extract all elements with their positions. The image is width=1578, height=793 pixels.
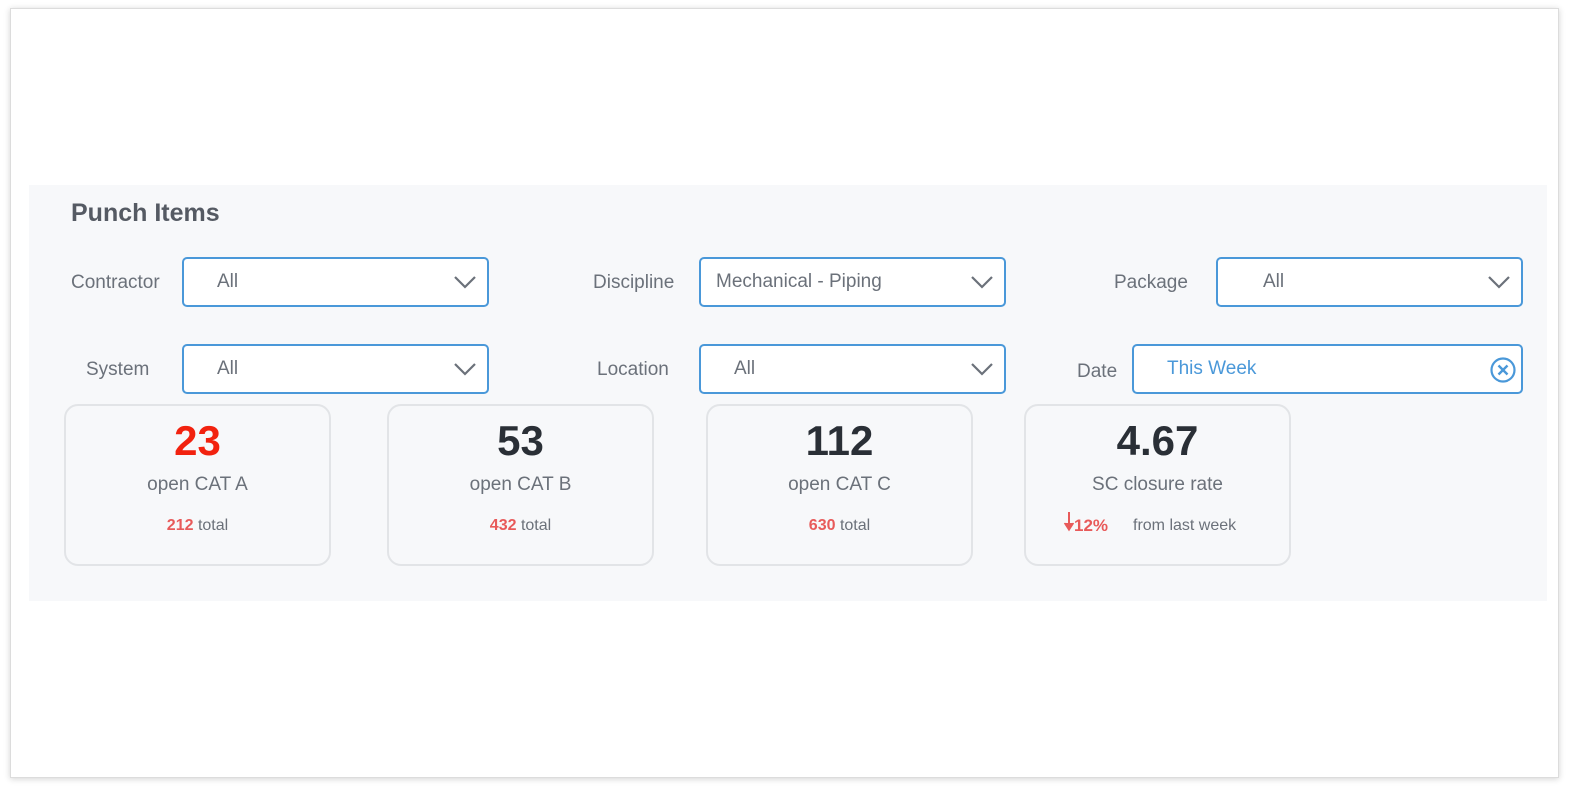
clear-icon[interactable] [1489,356,1517,384]
chevron-down-icon [1488,276,1510,289]
package-value: All [1263,271,1285,292]
date-label: Date [1077,361,1118,382]
chevron-down-icon [971,363,993,376]
closure-rate-value: 4.67 [1116,417,1199,464]
cat-a-total-suffix: total [197,517,229,534]
package-select[interactable]: All [1216,257,1523,307]
contractor-label: Contractor [71,272,160,293]
cat-b-card[interactable]: 53 open CAT B 432 total [387,404,654,566]
cat-b-label: open CAT B [469,474,572,495]
cat-c-total-value: 630 [808,517,836,534]
cat-c-total-suffix: total [839,517,871,534]
chevron-down-icon [454,276,476,289]
cat-b-value: 53 [497,417,544,464]
system-select[interactable]: All [182,344,489,394]
location-value: All [734,358,756,379]
discipline-select[interactable]: Mechanical - Piping [699,257,1006,307]
discipline-label: Discipline [593,272,675,293]
cat-c-total: 630 total [708,517,971,535]
date-select[interactable]: This Week [1132,344,1523,394]
cat-c-label: open CAT C [788,474,891,495]
closure-rate-label: SC closure rate [1092,474,1223,495]
cat-a-total-value: 212 [166,517,194,534]
cat-b-total-suffix: total [520,517,552,534]
closure-rate-change: 12% [1074,516,1109,535]
cat-a-value: 23 [174,417,221,464]
contractor-select[interactable]: All [182,257,489,307]
cat-a-total: 212 total [66,517,329,535]
cat-c-value: 112 [805,417,874,464]
location-label: Location [597,359,669,380]
system-value: All [217,358,239,379]
date-value: This Week [1167,358,1257,379]
discipline-value: Mechanical - Piping [716,271,882,292]
cat-a-card[interactable]: 23 open CAT A 212 total [64,404,331,566]
section-title: Punch Items [71,199,220,227]
closure-rate-change-suffix: from last week [1133,517,1237,534]
punch-items-panel: Punch Items Contractor All Discipline Me… [29,185,1547,601]
cat-a-label: open CAT A [147,474,248,495]
window-frame: Punch Items Contractor All Discipline Me… [10,8,1559,778]
contractor-value: All [217,271,239,292]
location-select[interactable]: All [699,344,1006,394]
package-label: Package [1114,272,1188,293]
closure-rate-card[interactable]: 4.67 SC closure rate 12% from last week [1024,404,1291,566]
system-label: System [86,359,150,380]
cat-c-card[interactable]: 112 open CAT C 630 total [706,404,973,566]
cat-b-total: 432 total [389,517,652,535]
cat-b-total-value: 432 [489,517,517,534]
chevron-down-icon [971,276,993,289]
chevron-down-icon [454,363,476,376]
